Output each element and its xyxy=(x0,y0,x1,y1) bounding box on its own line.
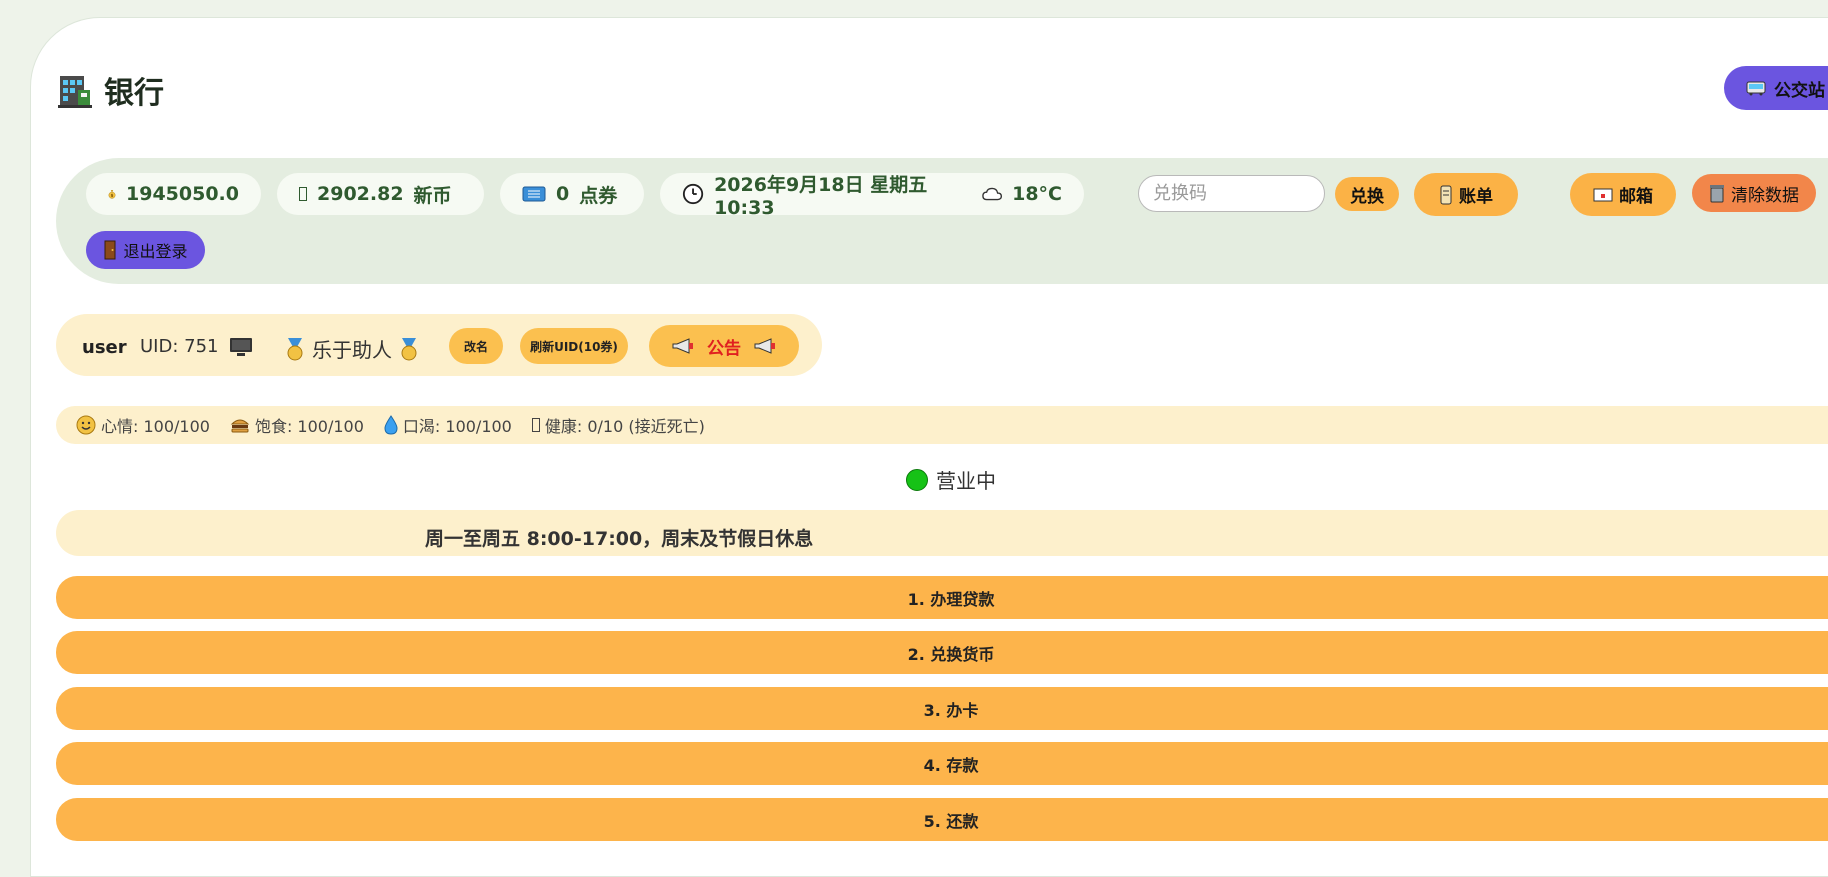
vital-stats-bar: 心情: 100/100 饱食: 100/100 口渴: 100/100 健康: … xyxy=(56,406,1828,444)
announcement-label: 公告 xyxy=(707,338,741,359)
droplet-icon xyxy=(384,415,398,435)
new-coin-unit: 新币 xyxy=(413,184,452,207)
mood-text: 心情: 100/100 xyxy=(101,417,210,436)
door-icon xyxy=(104,240,116,260)
coin-icon xyxy=(299,187,307,201)
new-coin-pill: 2902.82 新币 xyxy=(277,173,484,215)
coupon-unit: 点券 xyxy=(579,184,618,207)
clear-data-button[interactable]: 清除数据 xyxy=(1692,174,1816,212)
temperature-text: 18°C xyxy=(1012,183,1062,205)
menu-item-label: 2. 兑换货币 xyxy=(907,644,995,664)
burger-icon xyxy=(230,419,250,433)
green-circle-icon xyxy=(906,468,928,491)
bill-button-label: 账单 xyxy=(1459,187,1493,207)
scroll-icon xyxy=(1440,185,1452,204)
menu-item-loan[interactable]: 1. 办理贷款 xyxy=(56,576,1828,619)
business-hours-text: 周一至周五 8:00-17:00，周末及节假日休息 xyxy=(425,528,814,550)
refresh-uid-label: 刷新UID(10券) xyxy=(530,339,618,354)
redeem-button-label: 兑换 xyxy=(1350,186,1384,207)
cloud-icon xyxy=(982,187,1002,201)
coupon-value: 0 xyxy=(556,183,570,205)
business-hours-bar xyxy=(56,510,1828,556)
hunger-text: 饱食: 100/100 xyxy=(254,417,364,436)
menu-item-deposit[interactable]: 4. 存款 xyxy=(56,742,1828,785)
smile-icon xyxy=(76,415,96,435)
menu-item-repay[interactable]: 5. 还款 xyxy=(56,798,1828,841)
menu-item-label: 3. 办卡 xyxy=(923,700,979,720)
rename-label: 改名 xyxy=(463,339,488,354)
redeem-code-input[interactable] xyxy=(1138,175,1325,212)
health-stat: 健康: 0/10 (接近死亡) xyxy=(531,413,705,437)
medal-icon xyxy=(287,337,303,360)
thirst-text: 口渴: 100/100 xyxy=(402,417,512,436)
svg-text:$: $ xyxy=(111,193,114,198)
announcement-button[interactable]: 公告 xyxy=(649,325,799,367)
logout-button[interactable]: 退出登录 xyxy=(86,231,205,269)
menu-item-card[interactable]: 3. 办卡 xyxy=(56,687,1828,730)
user-title: 乐于助人 xyxy=(284,334,420,363)
rename-button[interactable]: 改名 xyxy=(449,328,503,364)
medal-icon xyxy=(401,337,417,360)
health-icon xyxy=(531,418,540,432)
username: user xyxy=(82,337,127,358)
datetime-pill: 2026年9月18日 星期五 10:33 18°C xyxy=(660,173,1084,219)
coupon-pill: 0 点券 xyxy=(500,173,644,215)
user-title-text: 乐于助人 xyxy=(312,338,392,362)
uid-text: UID: 751 xyxy=(140,336,219,357)
megaphone-icon xyxy=(754,338,775,354)
money-pill: $ 1945050.0 xyxy=(86,173,261,215)
page-header: 银行 xyxy=(58,68,164,112)
open-status: 营业中 xyxy=(906,465,996,494)
redeem-button[interactable]: 兑换 xyxy=(1335,177,1399,211)
menu-item-label: 5. 还款 xyxy=(923,811,979,831)
menu-item-label: 4. 存款 xyxy=(923,755,979,775)
clear-data-label: 清除数据 xyxy=(1731,185,1799,206)
menu-item-exchange[interactable]: 2. 兑换货币 xyxy=(56,631,1828,674)
mailbox-button-label: 邮箱 xyxy=(1619,187,1653,207)
open-status-text: 营业中 xyxy=(936,469,996,493)
uid-display: UID: 751 xyxy=(140,336,253,357)
thirst-stat: 口渴: 100/100 xyxy=(384,413,512,437)
envelope-icon xyxy=(1593,188,1613,201)
refresh-uid-button[interactable]: 刷新UID(10券) xyxy=(520,328,628,364)
hunger-stat: 饱食: 100/100 xyxy=(230,413,364,437)
page-title: 银行 xyxy=(104,76,164,111)
megaphone-icon xyxy=(672,338,693,354)
money-bag-icon: $ xyxy=(108,189,116,199)
mood-stat: 心情: 100/100 xyxy=(76,413,210,437)
bank-building-icon xyxy=(58,76,92,108)
trash-icon xyxy=(1710,185,1724,203)
datetime-text: 2026年9月18日 星期五 10:33 xyxy=(714,173,928,219)
bus-station-label: 公交站 xyxy=(1774,80,1825,101)
new-coin-value: 2902.82 xyxy=(317,183,404,205)
money-value: 1945050.0 xyxy=(126,183,239,205)
bus-station-button[interactable]: 公交站 xyxy=(1724,66,1828,110)
mailbox-button[interactable]: 邮箱 xyxy=(1570,173,1676,216)
menu-item-label: 1. 办理贷款 xyxy=(907,589,995,609)
computer-icon xyxy=(229,337,252,356)
logout-label: 退出登录 xyxy=(123,242,188,261)
bill-button[interactable]: 账单 xyxy=(1414,173,1518,216)
ticket-icon xyxy=(522,186,546,202)
health-text: 健康: 0/10 (接近死亡) xyxy=(544,417,705,436)
bus-icon xyxy=(1746,81,1766,96)
clock-icon xyxy=(682,183,704,205)
